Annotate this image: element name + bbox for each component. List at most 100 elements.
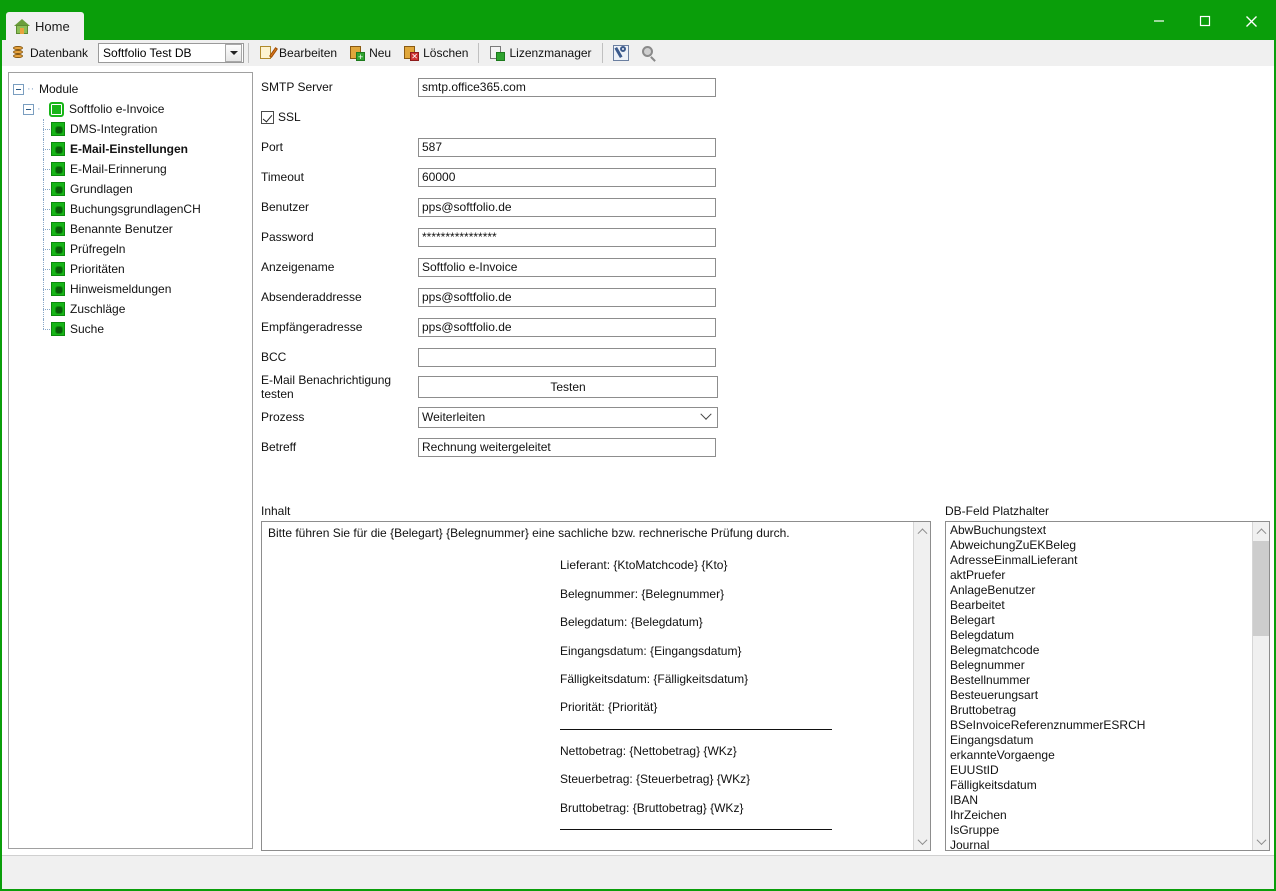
tree-node-softfolio[interactable]: · Softfolio e-Invoice [13, 99, 248, 119]
scroll-down-icon[interactable] [1253, 833, 1270, 850]
list-item[interactable]: Belegdatum [950, 628, 1252, 643]
bottom-panes: Inhalt Bitte führen Sie für die {Belegar… [261, 504, 1270, 851]
collapse-icon[interactable] [23, 103, 34, 115]
search-button[interactable] [635, 41, 663, 65]
delete-button[interactable]: ✕ Löschen [397, 41, 474, 65]
test-email-button[interactable]: Testen [418, 376, 718, 398]
test-email-label: E-Mail Benachrichtigung testen [261, 373, 392, 401]
list-item[interactable]: EUUStID [950, 763, 1252, 778]
tree-item-label: Suche [70, 322, 105, 336]
placeholder-list[interactable]: AbwBuchungstext AbweichungZuEKBeleg Adress… [946, 522, 1252, 850]
tree-item-buchungsgrundlagench[interactable]: BuchungsgrundlagenCH [13, 199, 248, 219]
prozess-select[interactable]: Weiterleiten [418, 406, 718, 428]
license-manager-button[interactable]: Lizenzmanager [483, 41, 597, 65]
list-item[interactable]: aktPruefer [950, 568, 1252, 583]
inhalt-textarea[interactable]: Bitte führen Sie für die {Belegart} {Bel… [261, 521, 931, 851]
chevron-down-icon[interactable] [225, 44, 243, 62]
list-item[interactable]: AbweichungZuEKBeleg [950, 538, 1252, 553]
list-item[interactable]: Belegnummer [950, 658, 1252, 673]
settings-tool-button[interactable] [607, 41, 635, 65]
tree-item-grundlagen[interactable]: Grundlagen [13, 179, 248, 199]
benutzer-input[interactable] [418, 197, 716, 217]
scroll-thumb[interactable] [1252, 541, 1269, 636]
prozess-label: Prozess [261, 410, 305, 424]
smtp-server-input[interactable] [418, 77, 716, 97]
ssl-checkbox[interactable] [261, 110, 274, 124]
list-item[interactable]: AnlageBenutzer [950, 583, 1252, 598]
empfaengeradresse-input[interactable] [418, 317, 716, 337]
tree-item-e-mail-einstellungen[interactable]: E-Mail-Einstellungen [13, 139, 248, 159]
tree-item-pr-fregeln[interactable]: Prüfregeln [13, 239, 248, 259]
scroll-down-icon[interactable] [914, 833, 931, 850]
timeout-input[interactable] [418, 167, 716, 187]
collapse-icon[interactable] [13, 83, 24, 95]
database-combobox[interactable]: Softfolio Test DB [98, 43, 245, 63]
tree-root-module[interactable]: ·· Module [13, 79, 248, 99]
port-input[interactable] [418, 137, 716, 157]
scroll-up-icon[interactable] [914, 522, 931, 539]
scroll-up-icon[interactable] [1253, 522, 1270, 539]
tree-item-zuschl-ge[interactable]: Zuschläge [13, 299, 248, 319]
tree-item-dms-integration[interactable]: DMS-Integration [13, 119, 248, 139]
gear-icon [51, 222, 65, 236]
field-row-benutzer: Benutzer [261, 192, 1270, 222]
tree-item-label: Grundlagen [70, 182, 133, 196]
list-item[interactable]: AdresseEinmalLieferant [950, 553, 1252, 568]
inhalt-detail-line: Priorität: {Priorität} [560, 700, 658, 715]
close-button[interactable] [1228, 2, 1274, 40]
list-item[interactable]: Bestellnummer [950, 673, 1252, 688]
field-row-absenderadresse: Absenderaddresse [261, 282, 1270, 312]
inhalt-divider [560, 728, 832, 730]
field-row-bcc: BCC [261, 342, 1270, 372]
scroll-track[interactable] [914, 539, 931, 833]
list-item[interactable]: Belegart [950, 613, 1252, 628]
home-icon [14, 18, 30, 34]
field-row-test-email: E-Mail Benachrichtigung testen Testen [261, 372, 1270, 402]
tree-item-hinweismeldungen[interactable]: Hinweismeldungen [13, 279, 248, 299]
absenderadresse-label: Absenderaddresse [261, 290, 362, 304]
list-item[interactable]: Eingangsdatum [950, 733, 1252, 748]
list-item[interactable]: IsGruppe [950, 823, 1252, 838]
tree-item-priorit-ten[interactable]: Prioritäten [13, 259, 248, 279]
list-item[interactable]: Fälligkeitsdatum [950, 778, 1252, 793]
new-button[interactable]: + Neu [343, 41, 397, 65]
betreff-input[interactable] [418, 437, 716, 457]
list-item[interactable]: erkannteVorgaenge [950, 748, 1252, 763]
tree-item-e-mail-erinnerung[interactable]: E-Mail-Erinnerung [13, 159, 248, 179]
list-item[interactable]: BSeInvoiceReferenznummerESRCH [950, 718, 1252, 733]
bcc-input[interactable] [418, 347, 716, 367]
list-item[interactable]: AbwBuchungstext [950, 523, 1252, 538]
inhalt-text-content[interactable]: Bitte führen Sie für die {Belegart} {Bel… [262, 522, 913, 850]
password-input[interactable] [418, 227, 716, 247]
tree-connector [37, 119, 51, 139]
gear-icon [51, 202, 65, 216]
list-item[interactable]: Journal [950, 838, 1252, 850]
tree-item-benannte-benutzer[interactable]: Benannte Benutzer [13, 219, 248, 239]
inhalt-detail-line: Belegdatum: {Belegdatum} [560, 615, 703, 630]
absenderadresse-input[interactable] [418, 287, 716, 307]
toolbar-separator [248, 43, 250, 63]
list-item[interactable]: Belegmatchcode [950, 643, 1252, 658]
tree-item-label: Prioritäten [70, 262, 125, 276]
license-manager-label: Lizenzmanager [509, 46, 592, 60]
edit-button[interactable]: Bearbeiten [253, 41, 343, 65]
tree-item-suche[interactable]: Suche [13, 319, 248, 339]
list-item[interactable]: IhrZeichen [950, 808, 1252, 823]
list-item[interactable]: Bruttobetrag [950, 703, 1252, 718]
inhalt-scrollbar[interactable] [913, 522, 930, 850]
scroll-track[interactable] [1252, 539, 1269, 833]
list-item[interactable]: Bearbeitet [950, 598, 1252, 613]
minimize-button[interactable] [1136, 2, 1182, 40]
home-tab[interactable]: Home [6, 12, 84, 40]
database-selector[interactable]: Datenbank [4, 41, 94, 65]
placeholder-scrollbar[interactable] [1252, 522, 1269, 850]
maximize-button[interactable] [1182, 2, 1228, 40]
tree-item-label: Prüfregeln [70, 242, 126, 256]
tree-connector [37, 159, 51, 179]
placeholder-listbox[interactable]: AbwBuchungstext AbweichungZuEKBeleg Adress… [945, 521, 1270, 851]
list-item[interactable]: IBAN [950, 793, 1252, 808]
window-controls [1136, 2, 1274, 40]
smtp-server-label: SMTP Server [261, 80, 333, 94]
anzeigename-input[interactable] [418, 257, 716, 277]
list-item[interactable]: Besteuerungsart [950, 688, 1252, 703]
